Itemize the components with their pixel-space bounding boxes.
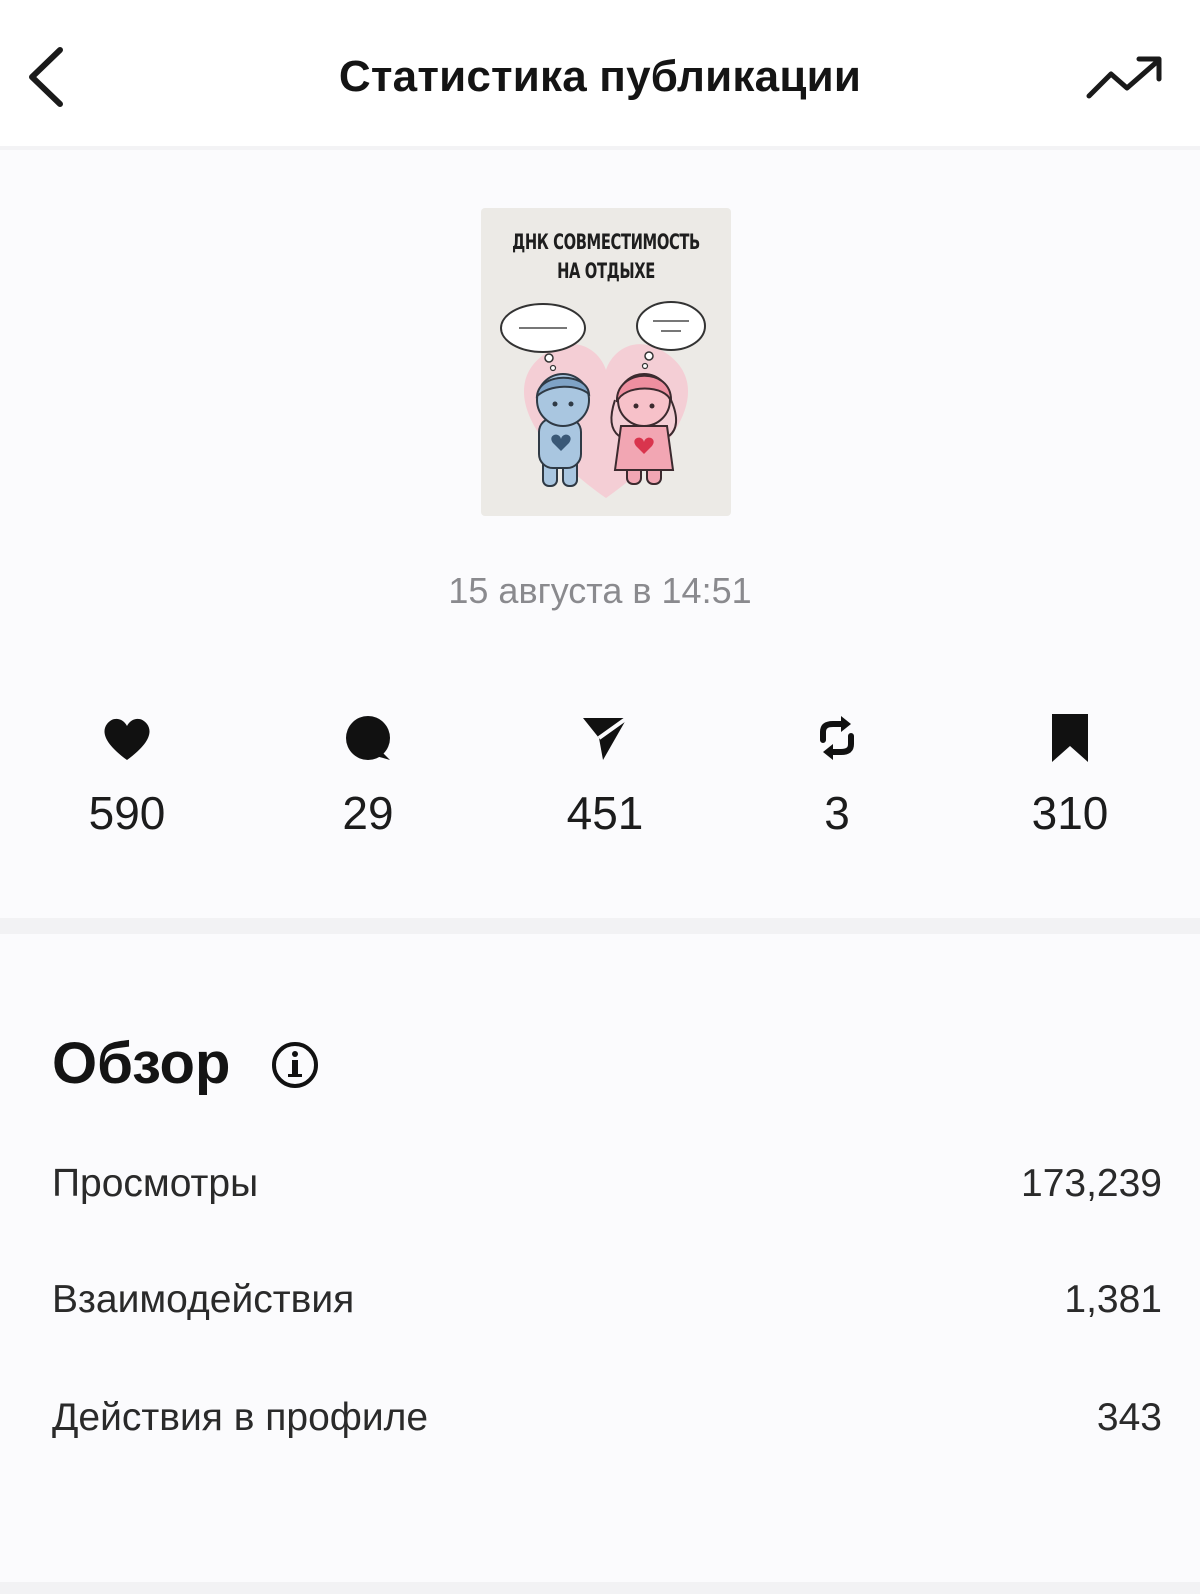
shares-metric: 451: [525, 710, 685, 840]
stat-label: Действия в профиле: [52, 1396, 429, 1439]
top-bar: Статистика публикации: [0, 0, 1200, 150]
repost-icon: [820, 716, 854, 760]
stat-label: Просмотры: [52, 1162, 259, 1205]
thumbnail-title: ДНК СОВМЕСТИМОСТЬ НА ОТДЫХЕ: [509, 228, 704, 286]
thumbnail-title-line: ДНК СОВМЕСТИМОСТЬ: [512, 230, 700, 254]
reposts-metric: 3: [757, 710, 917, 840]
info-button[interactable]: [270, 1040, 320, 1090]
post-date: 15 августа в 14:51: [448, 570, 752, 611]
saves-metric: 310: [990, 710, 1150, 840]
stat-row-views: Просмотры 173,239: [52, 1162, 1162, 1222]
trending-up-icon: [1086, 56, 1162, 99]
stat-label: Взаимодействия: [52, 1278, 355, 1321]
post-thumbnail[interactable]: ДНК СОВМЕСТИМОСТЬ НА ОТДЫХЕ: [481, 208, 731, 516]
header-divider: [0, 146, 1200, 150]
post-insights-screen: Статистика публикации ДНК СОВМЕСТИМОСТЬ …: [0, 0, 1200, 1594]
stat-row-interactions[interactable]: Взаимодействия 1,381: [52, 1278, 1162, 1338]
bottom-divider: [0, 1582, 1200, 1594]
bookmark-icon: [1052, 714, 1088, 762]
stat-row-profile-actions[interactable]: Действия в профиле 343: [52, 1396, 1162, 1456]
likes-count: 590: [88, 787, 166, 839]
trend-button[interactable]: [1085, 52, 1167, 108]
stat-value: 343: [1096, 1396, 1162, 1439]
heart-icon: [104, 718, 150, 760]
stat-value: 173,239: [1021, 1162, 1162, 1205]
share-icon: [583, 716, 629, 760]
couple-illustration: [500, 301, 706, 498]
shares-count: 451: [566, 787, 644, 839]
reposts-count: 3: [824, 787, 850, 839]
overview-title: Обзор: [52, 1031, 231, 1096]
comments-count: 29: [342, 787, 394, 839]
stat-value: 1,381: [1064, 1278, 1162, 1321]
info-icon: [272, 1042, 318, 1088]
saves-count: 310: [1031, 787, 1109, 839]
section-divider: [0, 918, 1200, 934]
page-title: Статистика публикации: [338, 52, 862, 101]
comment-icon: [346, 716, 390, 760]
thumbnail-title-line: НА ОТДЫХЕ: [557, 259, 655, 283]
likes-metric: 590: [47, 710, 207, 840]
comments-metric: 29: [288, 710, 448, 840]
